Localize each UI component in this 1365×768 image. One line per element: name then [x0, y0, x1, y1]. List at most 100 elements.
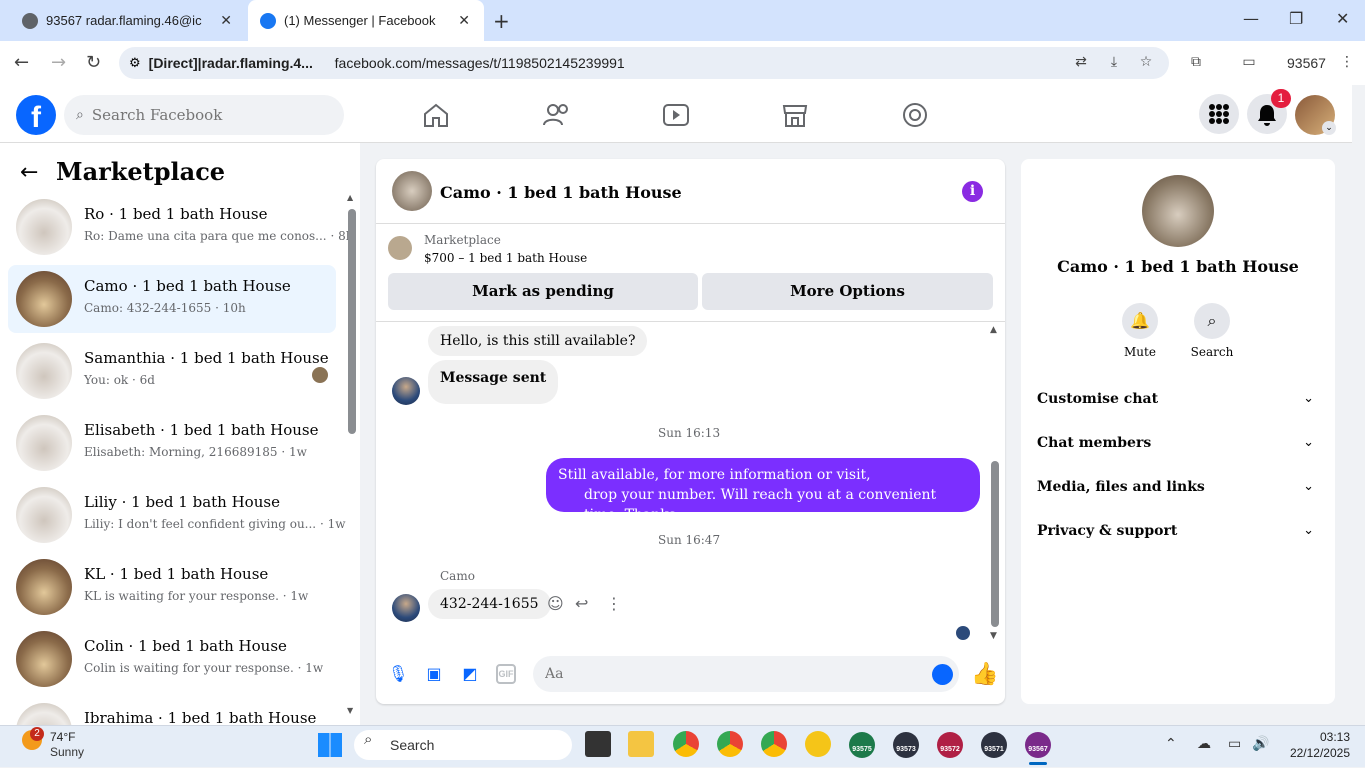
temperature[interactable]: 74°F: [50, 730, 75, 744]
windows-start-icon[interactable]: [318, 733, 342, 757]
facebook-logo-icon[interactable]: f: [16, 95, 56, 135]
sender-avatar[interactable]: [392, 377, 420, 405]
info-icon[interactable]: i: [962, 181, 983, 202]
weather-condition[interactable]: Sunny: [50, 745, 84, 759]
taskbar-app[interactable]: 93572: [937, 732, 963, 758]
friends-icon[interactable]: [541, 100, 571, 130]
conversation-item[interactable]: KL · 1 bed 1 bath House KL is waiting fo…: [8, 553, 336, 621]
scroll-up-icon[interactable]: ▲: [347, 193, 353, 202]
clock-time[interactable]: 03:13: [1290, 730, 1350, 744]
sender-avatar[interactable]: [392, 594, 420, 622]
task-view-icon[interactable]: [585, 731, 611, 757]
reply-icon[interactable]: ↩: [575, 594, 588, 613]
profile-label[interactable]: 93567: [1287, 55, 1326, 71]
file-explorer-icon[interactable]: [628, 731, 654, 757]
taskbar-app[interactable]: 93575: [849, 732, 875, 758]
chevron-down-icon: ⌄: [1303, 391, 1314, 406]
scroll-up-icon[interactable]: ▲: [990, 325, 997, 335]
thumbs-up-icon[interactable]: 👍: [971, 662, 998, 687]
back-arrow-icon[interactable]: ←: [20, 160, 38, 185]
conversation-item-active[interactable]: Camo · 1 bed 1 bath House Camo: 432-244-…: [8, 265, 336, 333]
search-box[interactable]: ⌕: [64, 95, 344, 135]
conversation-item[interactable]: Liliy · 1 bed 1 bath House Liliy: I don'…: [8, 481, 345, 549]
page-scrollbar[interactable]: [1352, 85, 1365, 725]
chat-avatar[interactable]: [392, 171, 432, 211]
conversation-item[interactable]: Ibrahima · 1 bed 1 bath House: [8, 697, 336, 725]
close-window-icon[interactable]: ✕: [1336, 9, 1349, 28]
listing-thumbnail: [16, 703, 72, 725]
react-icon[interactable]: ☺: [547, 594, 564, 613]
conversation-item[interactable]: Colin · 1 bed 1 bath House Colin is wait…: [8, 625, 336, 693]
conversation-item[interactable]: Ro · 1 bed 1 bath House Ro: Dame una cit…: [8, 193, 353, 261]
clock-date[interactable]: 22/12/2025: [1280, 746, 1350, 760]
gif-icon[interactable]: GIF: [496, 664, 516, 684]
marketplace-icon[interactable]: [780, 100, 810, 130]
outgoing-message[interactable]: Still available, for more information or…: [546, 458, 980, 523]
search-input[interactable]: [91, 106, 322, 124]
close-tab-icon[interactable]: ✕: [220, 12, 232, 29]
section-chat-members[interactable]: Chat members ⌄: [1037, 435, 1322, 451]
taskbar-app[interactable]: 93573: [893, 732, 919, 758]
section-customise-chat[interactable]: Customise chat ⌄: [1037, 391, 1322, 407]
translate-icon[interactable]: ⇄: [1072, 54, 1090, 72]
chrome-profile-icon[interactable]: [761, 731, 787, 757]
chevron-up-icon[interactable]: ⌃: [1165, 736, 1177, 752]
reload-icon[interactable]: ↻: [86, 52, 101, 73]
scroll-down-icon[interactable]: ▼: [990, 631, 997, 641]
gaming-icon[interactable]: [900, 100, 930, 130]
close-tab-icon[interactable]: ✕: [458, 12, 470, 29]
incoming-message[interactable]: Message sent: [428, 360, 559, 404]
chrome-profile-icon[interactable]: [717, 731, 743, 757]
home-icon[interactable]: [421, 100, 451, 130]
star-icon[interactable]: ☆: [1137, 54, 1155, 72]
microphone-icon[interactable]: 🎙: [388, 664, 408, 684]
more-options-button[interactable]: More Options: [702, 273, 993, 310]
taskbar-app-active[interactable]: 93567: [1025, 732, 1051, 758]
emoji-icon[interactable]: [932, 664, 953, 685]
menu-grid-button[interactable]: [1199, 94, 1239, 134]
incoming-message[interactable]: Hello, is this still available?: [428, 326, 648, 356]
new-tab-icon[interactable]: +: [493, 9, 510, 33]
section-privacy-support[interactable]: Privacy & support ⌄: [1037, 523, 1322, 539]
chat-scroll-thumb[interactable]: [991, 461, 999, 627]
incoming-message[interactable]: 432-244-1655: [428, 589, 551, 619]
site-settings-icon[interactable]: ⚙: [129, 56, 141, 71]
sidepanel-icon[interactable]: ▭: [1240, 54, 1258, 72]
cloud-off-icon[interactable]: ☁: [1197, 736, 1211, 752]
network-icon[interactable]: ▭: [1228, 736, 1241, 752]
back-icon[interactable]: ←: [14, 52, 29, 73]
app-icon[interactable]: [805, 731, 831, 757]
chevron-down-icon[interactable]: ⌄: [1322, 121, 1336, 135]
menu-icon[interactable]: ⋮: [1338, 54, 1356, 72]
section-media-files-links[interactable]: Media, files and links ⌄: [1037, 479, 1322, 495]
taskbar-app[interactable]: 93571: [981, 732, 1007, 758]
mark-pending-button[interactable]: Mark as pending: [388, 273, 698, 310]
install-icon[interactable]: ⤓: [1105, 54, 1123, 72]
taskbar-search[interactable]: ⌕ Search: [354, 730, 572, 760]
listing-summary[interactable]: $700 – 1 bed 1 bath House: [424, 251, 587, 265]
scroll-thumb[interactable]: [348, 209, 356, 434]
mute-button[interactable]: 🔔 Mute: [1110, 303, 1170, 359]
tab-active[interactable]: (1) Messenger | Facebook ✕: [248, 0, 484, 41]
photo-icon[interactable]: ▣: [424, 664, 444, 684]
omnibox[interactable]: ⚙ [Direct]|radar.flaming.4... facebook.c…: [119, 47, 1169, 79]
minimize-icon[interactable]: —: [1243, 9, 1259, 28]
tab-inactive[interactable]: 93567 radar.flaming.46@ic ✕: [10, 0, 246, 41]
scroll-down-icon[interactable]: ▼: [347, 706, 353, 715]
conversation-item[interactable]: Elisabeth · 1 bed 1 bath House Elisabeth…: [8, 409, 336, 477]
more-icon[interactable]: ⋮: [606, 594, 622, 613]
url-text[interactable]: facebook.com/messages/t/1198502145239991: [335, 55, 625, 71]
forward-icon[interactable]: →: [51, 52, 66, 73]
chrome-icon[interactable]: [673, 731, 699, 757]
video-icon[interactable]: [661, 100, 691, 130]
timestamp: Sun 16:13: [658, 426, 721, 440]
conversation-item[interactable]: Samanthia · 1 bed 1 bath House You: ok ·…: [8, 337, 336, 405]
extensions-icon[interactable]: ⧉: [1187, 54, 1205, 72]
chat-avatar-large[interactable]: [1142, 175, 1214, 247]
restore-icon[interactable]: ❐: [1289, 9, 1303, 28]
search-button[interactable]: ⌕ Search: [1182, 303, 1242, 359]
volume-icon[interactable]: 🔊: [1252, 736, 1269, 752]
message-input[interactable]: [533, 656, 959, 692]
chat-title[interactable]: Camo · 1 bed 1 bath House: [440, 183, 682, 202]
sticker-icon[interactable]: ◩: [460, 664, 480, 684]
